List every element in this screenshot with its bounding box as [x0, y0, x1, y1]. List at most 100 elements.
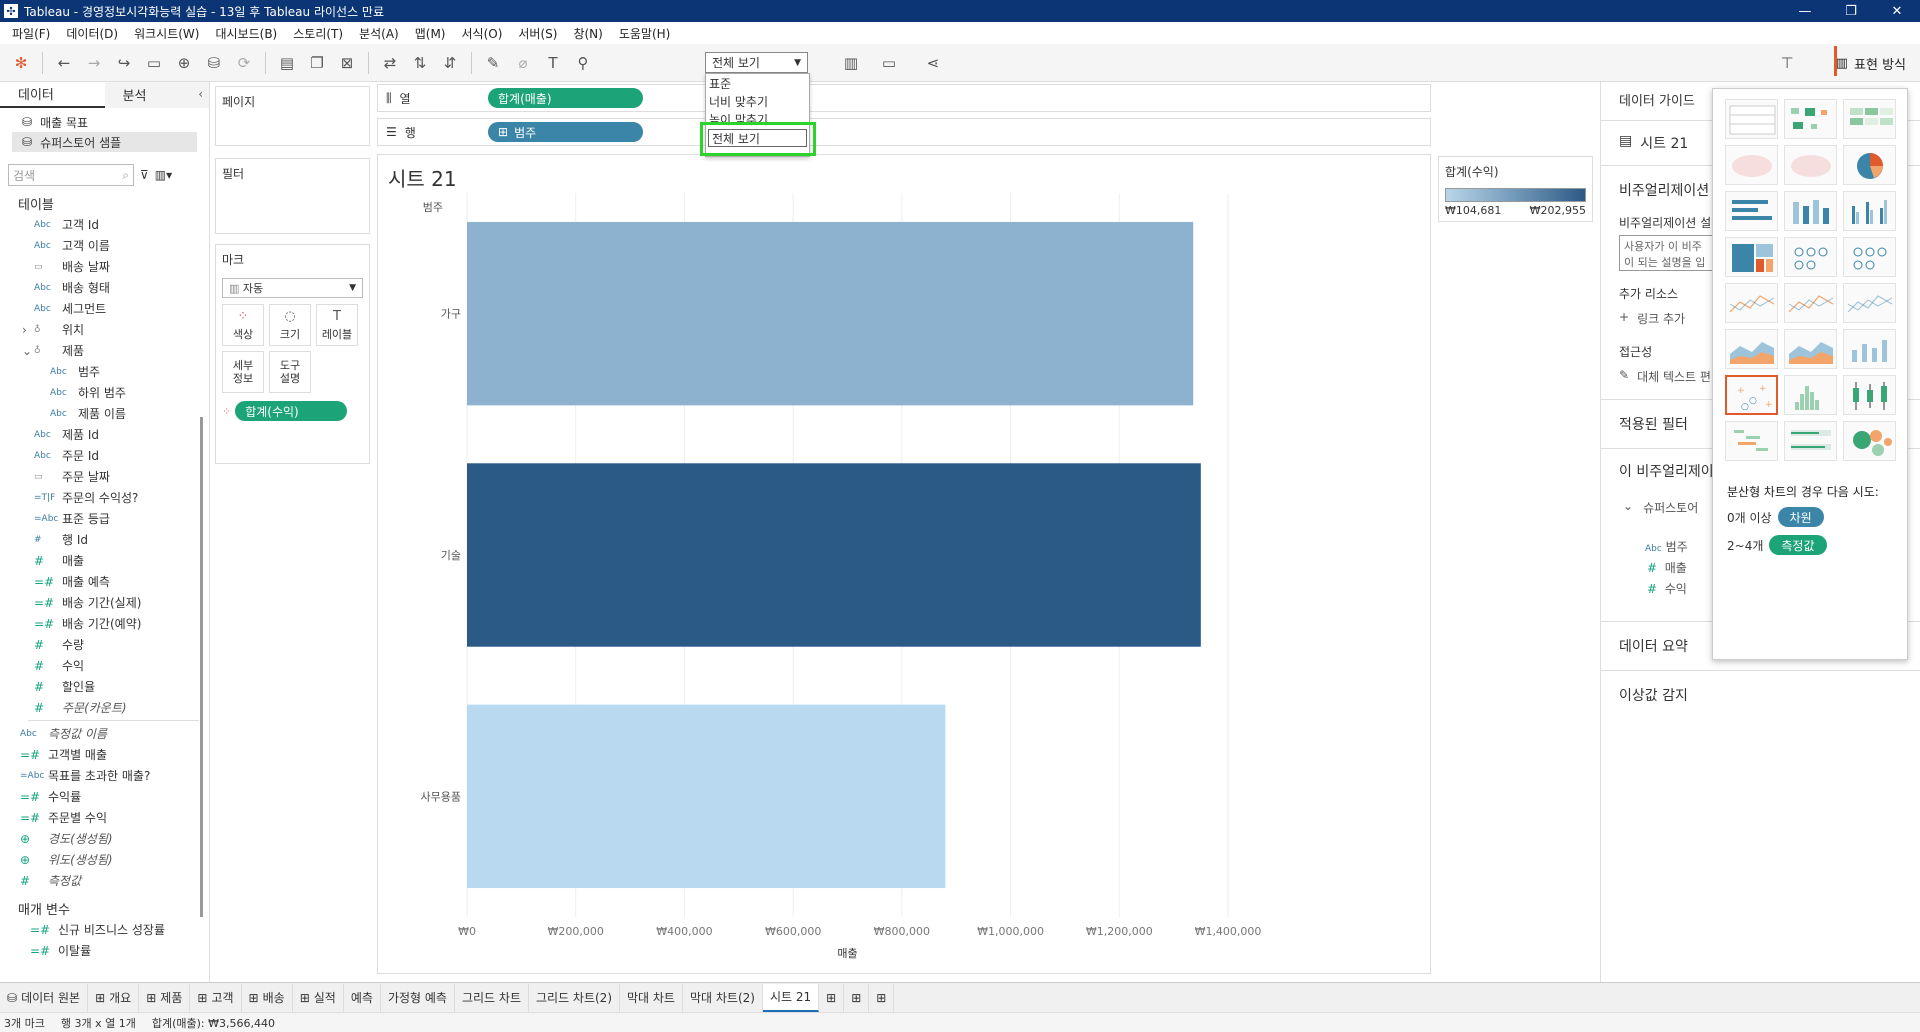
field-item[interactable]: ⊕ 경도(생성됨) — [0, 828, 209, 849]
sort-desc-icon[interactable]: ⇵ — [437, 50, 463, 76]
tab-data[interactable]: 데이터 — [0, 82, 105, 108]
chart-type-circle-views-icon[interactable] — [1784, 237, 1837, 277]
field-item[interactable]: # 주문(카운트) — [0, 697, 209, 718]
new-story-icon[interactable]: ⊞ — [869, 983, 895, 1012]
close-button[interactable]: ✕ — [1874, 0, 1920, 22]
menu-item[interactable]: 창(N) — [565, 25, 610, 42]
menu-item[interactable]: 파일(F) — [4, 25, 58, 42]
color-legend[interactable]: 합계(수익) ₩104,681 ₩202,955 — [1438, 156, 1593, 222]
sheet-tab[interactable]: ⊞ 개요 — [88, 983, 140, 1012]
field-item[interactable]: =# 수익률 — [0, 786, 209, 807]
datasource-item[interactable]: ⛁ 매출 목표 — [0, 112, 209, 132]
fit-option-standard[interactable]: 표준 — [706, 74, 809, 92]
share-icon[interactable]: ⋖ — [920, 50, 946, 76]
fit-option-width[interactable]: 너비 맞추기 — [706, 92, 809, 110]
chart-type-lines-discrete-icon[interactable] — [1784, 283, 1837, 323]
color-pill[interactable]: 합계(수익) — [235, 401, 348, 421]
sheet-tab[interactable]: 가정형 예측 — [381, 983, 455, 1012]
label-button[interactable]: T 레이블 — [316, 304, 358, 346]
menu-item[interactable]: 데이터(D) — [58, 25, 126, 42]
chevron-right-icon[interactable]: › — [22, 323, 27, 337]
menu-item[interactable]: 서식(O) — [454, 25, 511, 42]
field-item[interactable]: # 행 Id — [0, 529, 209, 550]
parameter-item[interactable]: =# 이탈률 — [0, 940, 209, 961]
field-item[interactable]: Abc 고객 이름 — [0, 235, 209, 256]
menu-item[interactable]: 서버(S) — [510, 25, 565, 42]
sheet-tab[interactable]: ⊞ 고객 — [190, 983, 242, 1012]
undo-icon[interactable]: ← — [51, 50, 77, 76]
chart-type-heat-map-icon[interactable] — [1784, 99, 1837, 139]
presentation-icon[interactable]: ▭ — [876, 50, 902, 76]
rows-pill[interactable]: ⊞ 범주 — [488, 122, 643, 142]
mark-type-select[interactable]: ▥ 자동 ▼ — [222, 278, 363, 298]
data-pane-scrollbar[interactable] — [200, 417, 203, 917]
field-item[interactable]: =# 배송 기간(실제) — [0, 592, 209, 613]
new-worksheet-icon[interactable]: ⊞ — [819, 983, 845, 1012]
chart-type-bullet-graph-icon[interactable] — [1784, 421, 1837, 461]
maximize-button[interactable]: ❐ — [1828, 0, 1874, 22]
sheet-tab[interactable]: 시트 21 — [762, 983, 820, 1012]
chart-type-box-whisker-icon[interactable] — [1843, 375, 1896, 415]
chart-type-gantt-icon[interactable] — [1725, 421, 1778, 461]
filter-icon[interactable]: ⊽ — [140, 168, 149, 182]
field-item[interactable]: =# 주문별 수익 — [0, 807, 209, 828]
tooltip-button[interactable]: 도구 설명 — [269, 351, 311, 393]
view-options-icon[interactable]: ▥▾ — [155, 168, 172, 182]
chart-type-text-table-icon[interactable] — [1725, 99, 1778, 139]
field-item[interactable]: Abc 세그먼트 — [0, 298, 209, 319]
field-item[interactable]: =T|F 주문의 수익성? — [0, 487, 209, 508]
field-item[interactable]: Abc 하위 범주 — [0, 382, 209, 403]
color-button[interactable]: ⁘ 색상 — [222, 304, 264, 346]
chart-type-filled-map-icon[interactable] — [1784, 145, 1837, 185]
menu-item[interactable]: 스토리(T) — [285, 25, 351, 42]
chart-type-stacked-bars-icon[interactable] — [1784, 191, 1837, 231]
sheet-tab[interactable]: ⊞ 제품 — [139, 983, 191, 1012]
datasource-icon[interactable]: ⛁ — [201, 50, 227, 76]
sheet-tab[interactable]: ⛁ 데이터 원본 — [0, 983, 89, 1012]
save-icon[interactable]: ▭ — [141, 50, 167, 76]
tab-analysis[interactable]: 분석 — [104, 81, 209, 108]
datasource-item-selected[interactable]: ⛁ 슈퍼스토어 샘플 — [12, 132, 197, 152]
field-item[interactable]: =# 고객별 매출 — [0, 744, 209, 765]
size-button[interactable]: ◌ 크기 — [269, 304, 311, 346]
detail-button[interactable]: 세부 정보 — [222, 351, 264, 393]
show-me-button[interactable]: ▥ 표현 방식 — [1833, 46, 1906, 76]
menu-item[interactable]: 도움말(H) — [611, 25, 679, 42]
field-item[interactable]: ⊕ 위도(생성됨) — [0, 849, 209, 870]
sheet-tab[interactable]: 막대 차트 — [620, 983, 683, 1012]
chart-type-side-by-side-bars-icon[interactable] — [1843, 191, 1896, 231]
search-input[interactable]: 검색 ⌕ — [8, 164, 134, 186]
swap-icon[interactable]: ⇄ — [377, 50, 403, 76]
new-datasource-icon[interactable]: ⊕ — [171, 50, 197, 76]
refresh-icon[interactable]: ⟳ — [231, 50, 257, 76]
chart-type-side-by-side-circles-icon[interactable] — [1843, 237, 1896, 277]
menu-item[interactable]: 워크시트(W) — [126, 25, 207, 42]
field-item[interactable]: # 할인율 — [0, 676, 209, 697]
menu-item[interactable]: 맵(M) — [407, 25, 454, 42]
chart-type-treemap-icon[interactable] — [1725, 237, 1778, 277]
chart-type-horizontal-bars-icon[interactable] — [1725, 191, 1778, 231]
pin-icon[interactable]: ⚲ — [570, 50, 596, 76]
sheet-tab[interactable]: 그리드 차트 — [455, 983, 529, 1012]
chart-type-histogram-icon[interactable] — [1784, 375, 1837, 415]
duplicate-sheet-icon[interactable]: ❐ — [304, 50, 330, 76]
field-item[interactable]: =Abc 목표를 초과한 매출? — [0, 765, 209, 786]
filters-card[interactable]: 필터 — [215, 158, 370, 234]
chart-type-dual-combination-icon[interactable] — [1843, 329, 1896, 369]
chart-type-highlight-table-icon[interactable] — [1843, 99, 1896, 139]
redo-icon[interactable]: → — [81, 50, 107, 76]
chart-type-symbol-map-icon[interactable] — [1725, 145, 1778, 185]
fit-select[interactable]: 전체 보기 ▼ — [705, 52, 808, 73]
field-item[interactable]: ⌄ ♁ 제품 — [0, 340, 209, 361]
field-item[interactable]: # 수량 — [0, 634, 209, 655]
tableau-home-icon[interactable]: ✻ — [8, 50, 34, 76]
highlight-icon[interactable]: ✎ — [480, 50, 506, 76]
clear-sheet-icon[interactable]: ⊠ — [334, 50, 360, 76]
group-icon[interactable]: ⌀ — [510, 50, 536, 76]
field-item[interactable]: Abc 범주 — [0, 361, 209, 382]
sort-asc-icon[interactable]: ⇅ — [407, 50, 433, 76]
menu-item[interactable]: 분석(A) — [351, 25, 407, 42]
field-item[interactable]: # 측정값 — [0, 870, 209, 891]
field-item[interactable]: Abc 제품 이름 — [0, 403, 209, 424]
parameter-item[interactable]: =# 신규 비즈니스 성장률 — [0, 919, 209, 940]
